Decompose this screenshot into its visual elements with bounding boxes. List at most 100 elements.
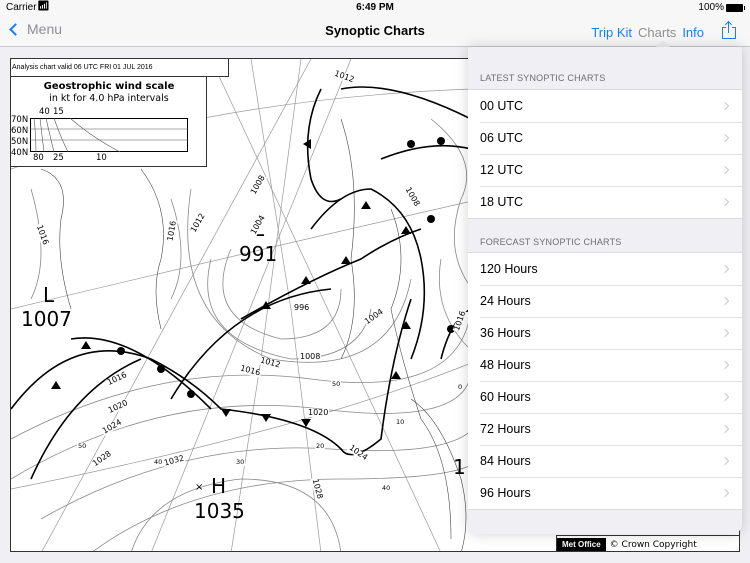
- list-item-label: 36 Hours: [480, 326, 531, 340]
- list-item-06-utc[interactable]: 06 UTC: [468, 122, 742, 154]
- wind-latitude: 60N: [11, 126, 29, 136]
- front-triangle: [301, 276, 311, 284]
- front-semicircle: [427, 215, 435, 223]
- share-icon[interactable]: [722, 20, 736, 39]
- coastline: [140, 168, 164, 330]
- charts-popover: LATEST SYNOPTIC CHARTS 00 UTC 06 UTC 12 …: [468, 47, 742, 534]
- pressure-value-partial: 1: [453, 455, 466, 479]
- list-item-label: 00 UTC: [480, 99, 524, 113]
- grid-label: 30: [235, 458, 246, 466]
- latitude-line: [11, 358, 482, 490]
- chevron-right-icon: [720, 296, 730, 306]
- chevron-right-icon: [720, 197, 730, 207]
- chevron-right-icon: [720, 488, 730, 498]
- occluded-front: [340, 86, 472, 120]
- front-triangle: [221, 409, 231, 417]
- low-pressure-symbol: L: [43, 283, 55, 307]
- list-item-label: 84 Hours: [480, 454, 531, 468]
- list-item-label: 24 Hours: [480, 294, 531, 308]
- wind-top-value: 15: [53, 107, 64, 117]
- wind-scale-subtitle: in kt for 4.0 hPa intervals: [49, 93, 169, 104]
- front-triangle: [361, 201, 371, 209]
- wind-bottom-value: 25: [53, 153, 64, 163]
- section-header-forecast: FORECAST SYNOPTIC CHARTS: [480, 237, 622, 247]
- wind-top-value: 40: [39, 107, 50, 117]
- list-item-00-utc[interactable]: 00 UTC: [468, 90, 742, 122]
- high-pressure-symbol: H: [211, 474, 227, 498]
- chart-validity-header: Analysis chart valid 06 UTC FRI 01 JUL 2…: [11, 59, 229, 77]
- list-item-label: 60 Hours: [480, 390, 531, 404]
- chevron-right-icon: [720, 392, 730, 402]
- chevron-right-icon: [720, 328, 730, 338]
- list-item-120-hours[interactable]: 120 Hours: [468, 253, 742, 285]
- list-item-36-hours[interactable]: 36 Hours: [468, 317, 742, 349]
- list-item-label: 12 UTC: [480, 163, 524, 177]
- list-item-96-hours[interactable]: 96 Hours: [468, 477, 742, 509]
- wind-scale-graph: [30, 118, 188, 153]
- isobar: [30, 188, 42, 300]
- chevron-right-icon: [720, 264, 730, 274]
- isobar: [207, 258, 372, 360]
- list-item-84-hours[interactable]: 84 Hours: [468, 445, 742, 477]
- front-triangle: [51, 381, 61, 389]
- charts-button[interactable]: Charts: [638, 25, 676, 40]
- list-item-12-utc[interactable]: 12 UTC: [468, 154, 742, 186]
- cold-front: [306, 88, 342, 203]
- chart-footer: Met Office © Crown Copyright: [556, 535, 739, 551]
- front-semicircle: [187, 390, 195, 398]
- front-semicircle: [157, 365, 165, 373]
- front-triangle: [81, 341, 91, 349]
- battery-percent: 100%: [698, 2, 724, 13]
- list-item-label: 120 Hours: [480, 262, 538, 276]
- wind-latitude: 70N: [11, 115, 29, 125]
- wind-bottom-value: 10: [96, 153, 107, 163]
- front-triangle: [261, 414, 271, 422]
- battery-icon: [726, 4, 745, 12]
- chevron-right-icon: [720, 360, 730, 370]
- meridian-line: [210, 59, 441, 551]
- list-item-72-hours[interactable]: 72 Hours: [468, 413, 742, 445]
- section-header-latest: LATEST SYNOPTIC CHARTS: [480, 73, 606, 83]
- list-item-label: 72 Hours: [480, 422, 531, 436]
- list-item-label: 48 Hours: [480, 358, 531, 372]
- wind-bottom-value: 80: [33, 153, 44, 163]
- status-time: 6:49 PM: [356, 2, 394, 13]
- grid-label: 20: [315, 442, 326, 450]
- status-bar: Carrier 📶︎ 6:49 PM 100%: [0, 0, 750, 16]
- forecast-charts-list: 120 Hours 24 Hours 36 Hours 48 Hours 60 …: [468, 252, 742, 510]
- coastline: [340, 118, 355, 360]
- high-pressure-value: 1035: [194, 499, 245, 523]
- low-pressure-value: 1007: [21, 307, 72, 331]
- wind-latitude: 40N: [11, 148, 29, 158]
- high-centre-cross: ×: [195, 482, 204, 493]
- chevron-right-icon: [720, 133, 730, 143]
- chevron-right-icon: [720, 165, 730, 175]
- wind-scale-title: Geostrophic wind scale: [43, 81, 175, 92]
- list-item-24-hours[interactable]: 24 Hours: [468, 285, 742, 317]
- front-semicircle: [407, 140, 415, 148]
- list-item-60-hours[interactable]: 60 Hours: [468, 381, 742, 413]
- list-item-48-hours[interactable]: 48 Hours: [468, 349, 742, 381]
- chevron-right-icon: [720, 424, 730, 434]
- front-triangle: [341, 256, 351, 264]
- met-office-logo: Met Office: [557, 537, 606, 551]
- list-item-label: 18 UTC: [480, 195, 524, 209]
- front-semicircle: [117, 347, 125, 355]
- info-button[interactable]: Info: [682, 25, 704, 40]
- app-root: Carrier 📶︎ 6:49 PM 100% Menu Synoptic Ch…: [0, 0, 750, 563]
- chevron-right-icon: [720, 456, 730, 466]
- list-item-18-utc[interactable]: 18 UTC: [468, 186, 742, 218]
- chevron-right-icon: [720, 101, 730, 111]
- wind-latitude: 50N: [11, 137, 29, 147]
- grid-label: 40: [153, 458, 164, 466]
- latest-charts-list: 00 UTC 06 UTC 12 UTC 18 UTC: [468, 89, 742, 219]
- copyright-text: © Crown Copyright: [609, 539, 697, 550]
- trip-kit-button[interactable]: Trip Kit: [591, 25, 632, 40]
- warm-front: [70, 337, 212, 410]
- isobar: [170, 198, 182, 300]
- grid-label: 50: [331, 380, 342, 388]
- list-item-label: 96 Hours: [480, 486, 531, 500]
- isobar-label: 996: [293, 303, 311, 312]
- front-semicircle: [437, 137, 445, 145]
- isobar-label: 1020: [307, 408, 330, 417]
